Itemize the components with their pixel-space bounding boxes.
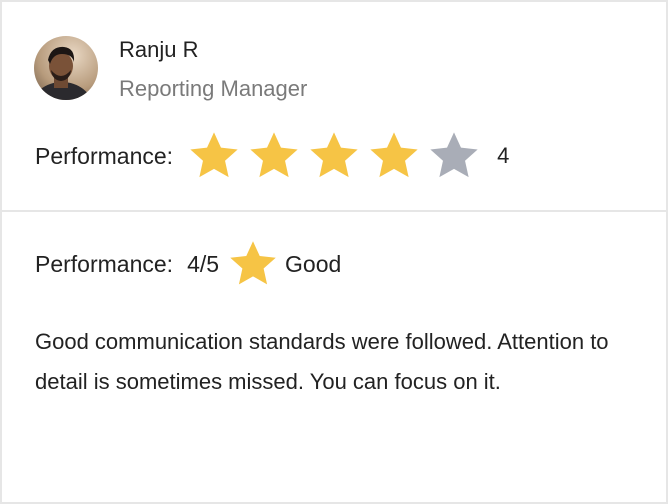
avatar (34, 36, 98, 100)
performance-rating-row: Performance: 4 (35, 126, 509, 186)
summary-descriptor: Good (285, 250, 342, 277)
review-comment: Good communication standards were follow… (35, 329, 609, 394)
review-card: Ranju R Reporting Manager Performance: 4… (0, 0, 668, 504)
star-filled-icon[interactable] (307, 129, 361, 183)
reviewer-name: Ranju R (119, 37, 199, 62)
summary-label: Performance: (35, 250, 174, 277)
summary-score: 4/5 (187, 250, 220, 277)
star-icon (230, 241, 276, 285)
star-filled-icon[interactable] (187, 129, 241, 183)
rating-value: 4 (497, 143, 510, 168)
reviewer-role: Reporting Manager (119, 76, 308, 101)
star-empty-icon[interactable] (427, 129, 481, 183)
star-rating[interactable] (187, 129, 487, 183)
performance-label: Performance: (35, 142, 174, 169)
performance-summary-row: Performance: 4/5 Good (35, 236, 341, 292)
star-filled-icon[interactable] (247, 129, 301, 183)
star-filled-icon[interactable] (367, 129, 421, 183)
person-avatar-icon (34, 36, 98, 100)
reviewer-section: Ranju R Reporting Manager Performance: 4 (2, 2, 666, 212)
